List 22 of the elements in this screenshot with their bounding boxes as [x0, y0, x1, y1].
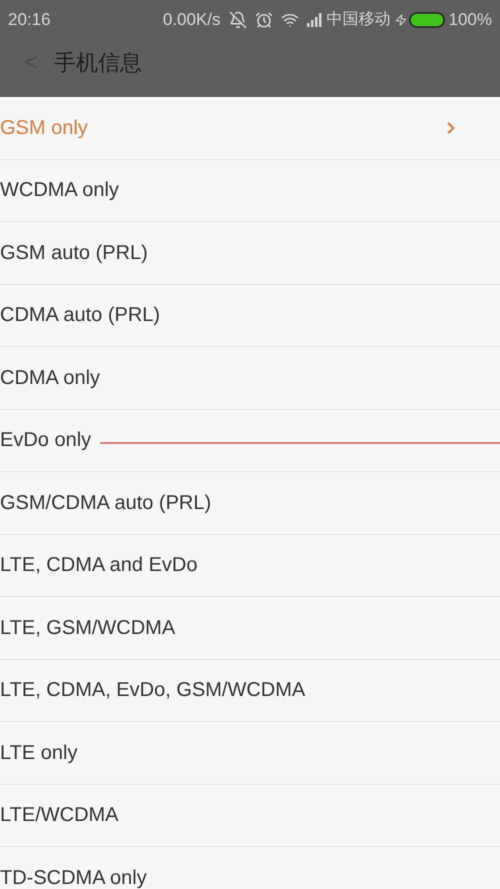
signal-icon: [306, 13, 323, 27]
network-option[interactable]: LTE only: [0, 722, 500, 784]
network-option[interactable]: LTE, CDMA, EvDo, GSM/WCDMA: [0, 660, 500, 722]
network-option[interactable]: CDMA auto (PRL): [0, 284, 500, 347]
status-time: 20:16: [8, 9, 51, 32]
page-title: 手机信息: [54, 49, 142, 77]
network-speed: 0.00K/s: [162, 9, 221, 32]
network-option[interactable]: LTE, GSM/WCDMA: [0, 597, 500, 660]
charging-icon: [394, 14, 407, 26]
network-option[interactable]: LTE/WCDMA: [0, 784, 500, 847]
carrier-name: 中国移动: [326, 10, 391, 30]
network-option[interactable]: TD-SCDMA only: [0, 847, 500, 889]
battery-icon: [408, 12, 445, 28]
network-option[interactable]: GSM auto (PRL): [0, 222, 500, 284]
alarm-icon: [254, 11, 273, 29]
network-option[interactable]: GSM/CDMA auto (PRL): [0, 472, 500, 534]
network-option[interactable]: WCDMA only: [0, 160, 500, 222]
battery-percent: 100%: [448, 9, 492, 32]
network-option[interactable]: CDMA only: [0, 347, 500, 410]
network-option[interactable]: LTE, CDMA and EvDo: [0, 534, 500, 597]
muted-bell-icon: [228, 11, 247, 29]
wifi-icon: [280, 11, 299, 29]
